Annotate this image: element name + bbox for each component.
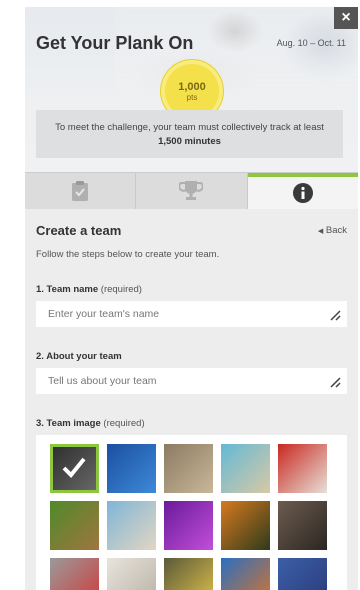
goal-text: To meet the challenge, your team must co… — [55, 121, 324, 133]
team-name-label: 1. Team name (required) — [36, 284, 347, 295]
tab-activity[interactable] — [25, 173, 137, 209]
team-image-stones[interactable] — [278, 501, 327, 550]
team-image-purple-flower[interactable] — [164, 501, 213, 550]
tab-leaderboard[interactable] — [136, 173, 248, 209]
team-image-label: 3. Team image (required) — [36, 418, 347, 429]
team-image-red-car[interactable] — [278, 444, 327, 493]
back-label: Back — [325, 225, 347, 236]
back-link[interactable]: ◀ Back — [318, 225, 347, 236]
create-team-form: Create a team ◀ Back Follow the steps be… — [25, 223, 358, 590]
challenge-title: Get Your Plank On — [36, 33, 194, 53]
team-name-placeholder: Enter your team's name — [48, 308, 160, 320]
trophy-icon — [179, 181, 204, 200]
checkmark-icon — [62, 457, 86, 478]
team-image-runners[interactable] — [278, 558, 327, 590]
challenge-panel: × Get Your Plank On Aug. 10 – Oct. 11 1,… — [25, 7, 358, 590]
section-description: Follow the steps below to create your te… — [36, 249, 220, 260]
team-image-label-text: 3. Team image — [36, 418, 101, 429]
team-image-eagle[interactable] — [50, 444, 99, 493]
team-image-squirrel[interactable] — [50, 501, 99, 550]
about-label: 2. About your team — [36, 351, 347, 362]
goal-amount: 1,500 minutes — [158, 135, 221, 147]
tab-info[interactable] — [247, 173, 358, 209]
goal-box: To meet the challenge, your team must co… — [36, 110, 343, 158]
header-photo — [115, 7, 358, 112]
team-image-grid — [36, 435, 347, 590]
challenge-dates: Aug. 10 – Oct. 11 — [276, 38, 346, 48]
team-image-owl[interactable] — [164, 558, 213, 590]
caret-left-icon: ◀ — [317, 228, 324, 235]
points-value: 1,000 — [178, 80, 206, 93]
team-image-required: (required) — [103, 418, 145, 429]
info-icon — [292, 183, 313, 203]
tab-bar — [25, 172, 358, 209]
resize-handle-icon[interactable] — [329, 376, 341, 388]
team-image-bicycle[interactable] — [107, 558, 156, 590]
team-image-tiger[interactable] — [221, 501, 270, 550]
team-image-hikers[interactable] — [164, 444, 213, 493]
team-image-basketball[interactable] — [221, 558, 270, 590]
team-image-running-shoes[interactable] — [50, 558, 99, 590]
section-title: Create a team — [36, 223, 122, 238]
about-team-input[interactable]: Tell us about your team — [36, 368, 347, 394]
team-name-input[interactable]: Enter your team's name — [36, 301, 347, 327]
clipboard-check-icon — [72, 181, 89, 201]
team-image-dolphins[interactable] — [107, 444, 156, 493]
close-button[interactable]: × — [334, 7, 358, 29]
about-label-text: 2. About your team — [36, 351, 122, 362]
about-placeholder: Tell us about your team — [48, 375, 157, 387]
team-name-required: (required) — [100, 284, 142, 295]
resize-handle-icon[interactable] — [329, 309, 341, 321]
team-image-surfers[interactable] — [107, 501, 156, 550]
challenge-header: × Get Your Plank On Aug. 10 – Oct. 11 1,… — [25, 7, 358, 172]
team-image-beach[interactable] — [221, 444, 270, 493]
team-name-label-text: 1. Team name — [36, 284, 99, 295]
points-unit: pts — [186, 92, 198, 102]
